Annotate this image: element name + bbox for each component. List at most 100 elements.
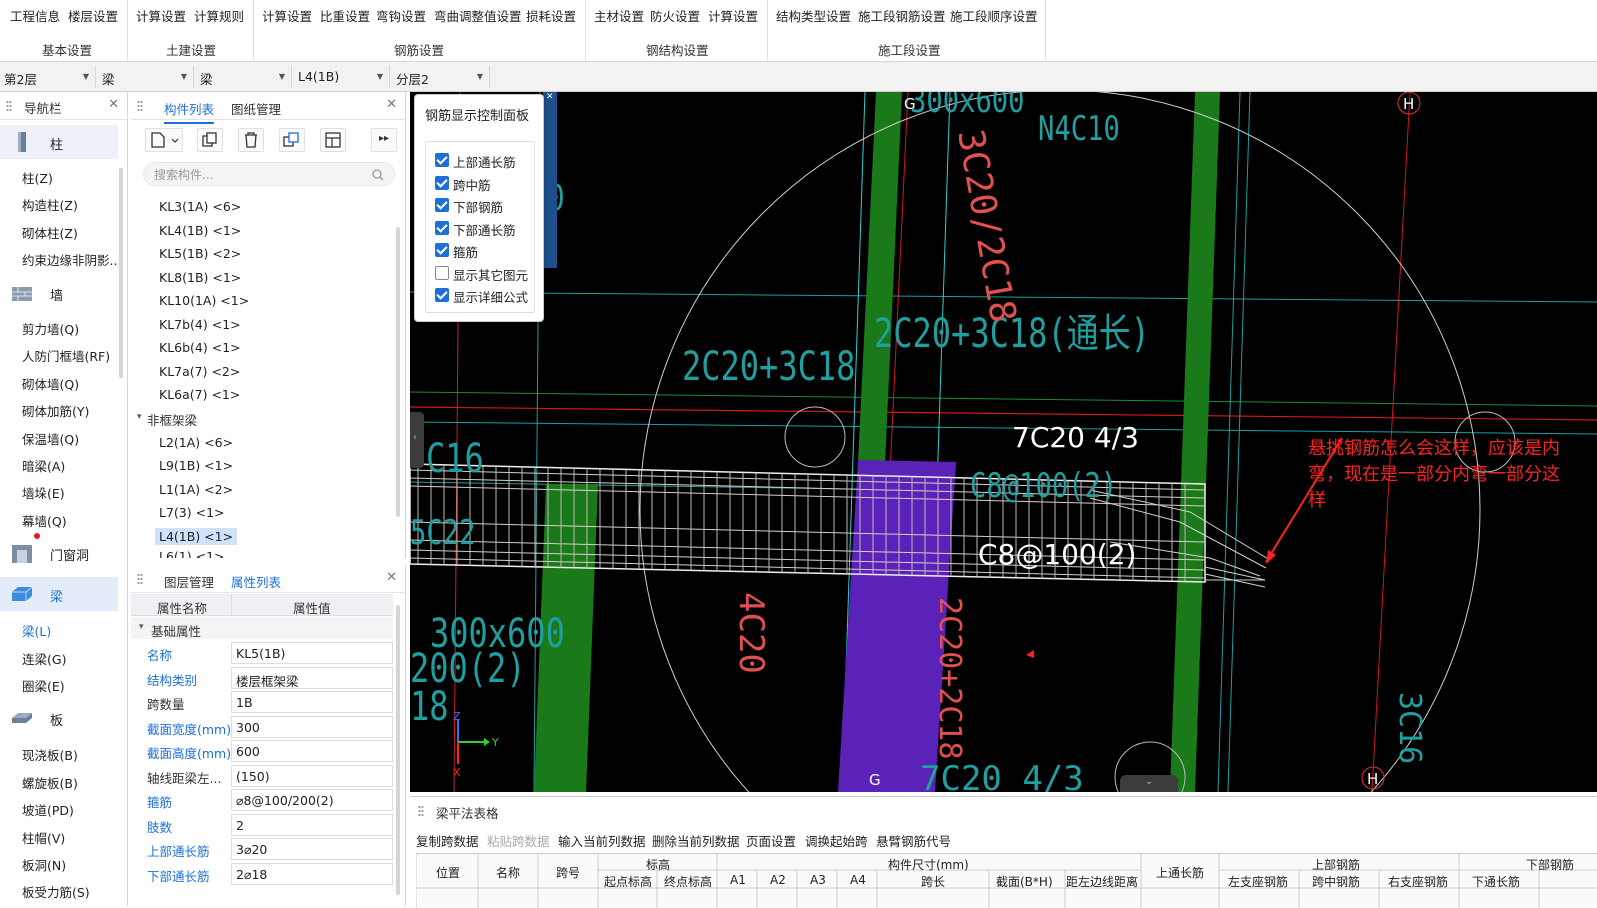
property-value-input[interactable]: 2 (231, 814, 393, 836)
nav-category-column[interactable]: 柱 (0, 125, 118, 159)
nav-item-slab-hole[interactable]: 板洞(N) (22, 855, 66, 874)
checkbox-top-through[interactable] (435, 153, 449, 167)
tab-component-list[interactable]: 构件列表 (164, 99, 215, 124)
nav-item-insulation-wall[interactable]: 保温墙(Q) (22, 429, 79, 448)
loss-settings-button[interactable]: 损耗设置 (526, 6, 576, 25)
collapse-panel-tab[interactable]: ‹ (410, 412, 424, 468)
tab-drawing-management[interactable]: 图纸管理 (231, 99, 281, 118)
category-select[interactable]: 梁 ▼ (98, 66, 194, 88)
weight-settings-button[interactable]: 比重设置 (320, 6, 370, 25)
checkbox-bottom-through[interactable] (435, 221, 449, 235)
tree-group-label[interactable]: 非框架梁 (147, 410, 197, 429)
property-value-input[interactable]: 1B (231, 691, 393, 713)
nav-item-column-cap[interactable]: 柱帽(V) (22, 828, 65, 847)
drag-handle-icon[interactable] (6, 100, 12, 112)
calc-rules-button[interactable]: 计算规则 (194, 6, 244, 25)
list-item[interactable]: KL3(1A) <6> (155, 198, 245, 215)
checkbox-stirrup[interactable] (435, 243, 449, 257)
checkbox-mid-span[interactable] (435, 176, 449, 190)
property-value-input[interactable]: 600 (231, 740, 393, 762)
nav-item-masonry-rebar[interactable]: 砌体加筋(Y) (22, 401, 89, 420)
floor-component-button[interactable] (320, 128, 346, 152)
property-value-input[interactable]: (150) (231, 765, 393, 787)
nav-item-shear-wall[interactable]: 剪力墙(Q) (22, 319, 79, 338)
nav-item-masonry-wall[interactable]: 砌体墙(Q) (22, 374, 79, 393)
swap-start-span-button[interactable]: 调换起始跨 (805, 831, 868, 850)
fireproof-button[interactable]: 防火设置 (650, 6, 700, 25)
list-item[interactable]: KL7b(4) <1> (155, 316, 245, 333)
tab-layer-management[interactable]: 图层管理 (164, 572, 214, 591)
property-value-input[interactable]: 楼层框架梁 (231, 667, 393, 689)
nav-category-slab[interactable]: 板 (0, 701, 118, 735)
close-icon[interactable]: ✕ (546, 92, 554, 102)
drag-handle-icon[interactable] (137, 100, 143, 112)
delete-column-button[interactable]: 删除当前列数据 (652, 831, 740, 850)
cantilever-code-button[interactable]: 悬臂钢筋代号 (876, 831, 951, 850)
property-value-input[interactable]: 2⌀18 (231, 863, 393, 885)
hook-settings-button[interactable]: 弯钩设置 (376, 6, 426, 25)
nav-item-wall-pier[interactable]: 墙垛(E) (22, 483, 65, 502)
property-value-input[interactable]: 3⌀20 (231, 838, 393, 860)
structure-type-button[interactable]: 结构类型设置 (776, 6, 851, 25)
page-setup-button[interactable]: 页面设置 (746, 831, 796, 850)
nav-item-cast-slab[interactable]: 现浇板(B) (22, 745, 78, 764)
list-item-selected[interactable]: L4(1B) <1> (155, 528, 238, 545)
list-item[interactable]: L2(1A) <6> (155, 434, 237, 451)
rebar-calc-settings-button[interactable]: 计算设置 (262, 6, 312, 25)
component-select[interactable]: L4(1B) ▼ (294, 66, 390, 88)
type-select[interactable]: 梁 ▼ (196, 66, 292, 88)
copy-component-button[interactable] (197, 128, 223, 152)
nav-item-column[interactable]: 柱(Z) (22, 168, 53, 187)
nav-item-civil-defense-wall[interactable]: 人防门框墙(RF) (22, 346, 110, 365)
list-item[interactable]: KL4(1B) <1> (155, 222, 245, 239)
close-icon[interactable]: ✕ (108, 97, 119, 112)
paste-span-button[interactable]: 粘贴跨数据 (487, 831, 550, 850)
list-item[interactable]: L9(1B) <1> (155, 457, 237, 474)
section-order-button[interactable]: 施工段顺序设置 (950, 6, 1038, 25)
list-item[interactable]: L6(1) <1> (155, 550, 229, 558)
close-icon[interactable]: ✕ (386, 97, 397, 112)
list-item[interactable]: KL10(1A) <1> (155, 292, 253, 309)
nav-item-curtain-wall[interactable]: 幕墙(Q) (22, 511, 67, 530)
list-item[interactable]: KL7a(7) <2> (155, 363, 244, 380)
delete-component-button[interactable] (238, 128, 264, 152)
nav-item-ramp[interactable]: 坡道(PD) (22, 800, 74, 819)
drawing-canvas[interactable]: 300x600 N4C10 2C20+3C18(通长) 2C20+3C18 C1… (410, 92, 1597, 792)
collapse-bottom-tab[interactable]: ⌄ (1120, 775, 1178, 792)
nav-category-wall[interactable]: 墙 (0, 276, 118, 310)
bend-adjust-button[interactable]: 弯曲调整值设置 (434, 6, 522, 25)
list-item[interactable]: L7(3) <1> (155, 504, 229, 521)
property-value-input[interactable]: ⌀8@100/200(2) (231, 789, 393, 811)
nav-category-openings[interactable]: 门窗洞 (0, 533, 118, 570)
section-rebar-button[interactable]: 施工段钢筋设置 (858, 6, 946, 25)
copy-span-button[interactable]: 复制跨数据 (416, 831, 479, 850)
nav-category-beam[interactable]: 梁 (0, 577, 118, 611)
nav-item-boundary-column[interactable]: 约束边缘非阴影... (22, 250, 121, 269)
nav-item-ring-beam[interactable]: 圈梁(E) (22, 676, 65, 695)
checkbox-bottom-rebar[interactable] (435, 198, 449, 212)
checkbox-other-elements[interactable] (435, 266, 449, 280)
nav-item-hidden-beam[interactable]: 暗梁(A) (22, 456, 65, 475)
civil-calc-settings-button[interactable]: 计算设置 (136, 6, 186, 25)
new-component-button[interactable] (145, 128, 183, 152)
list-item[interactable]: KL6b(4) <1> (155, 339, 245, 356)
list-item[interactable]: KL6a(7) <1> (155, 386, 244, 403)
nav-item-constructional-column[interactable]: 构造柱(Z) (22, 195, 78, 214)
drag-handle-icon[interactable] (137, 573, 143, 585)
property-scrollbar[interactable] (396, 605, 400, 895)
more-tools-button[interactable]: ▸▸ (371, 128, 397, 152)
close-icon[interactable]: ✕ (386, 570, 397, 585)
steel-calc-settings-button[interactable]: 计算设置 (708, 6, 758, 25)
layer-select[interactable]: 分层2 ▼ (392, 66, 490, 88)
property-value-input[interactable]: 300 (231, 716, 393, 738)
nav-item-coupling-beam[interactable]: 连梁(G) (22, 649, 66, 668)
nav-item-beam[interactable]: 梁(L) (22, 621, 51, 640)
main-material-button[interactable]: 主材设置 (594, 6, 644, 25)
nav-item-spiral-slab[interactable]: 螺旋板(B) (22, 773, 78, 792)
component-scrollbar[interactable] (396, 227, 400, 517)
nav-item-masonry-column[interactable]: 砌体柱(Z) (22, 223, 78, 242)
floor-select[interactable]: 第2层 ▼ (0, 66, 96, 88)
project-info-button[interactable]: 工程信息 (10, 6, 60, 25)
floor-settings-button[interactable]: 楼层设置 (68, 6, 118, 25)
list-item[interactable]: KL5(1B) <2> (155, 245, 245, 262)
